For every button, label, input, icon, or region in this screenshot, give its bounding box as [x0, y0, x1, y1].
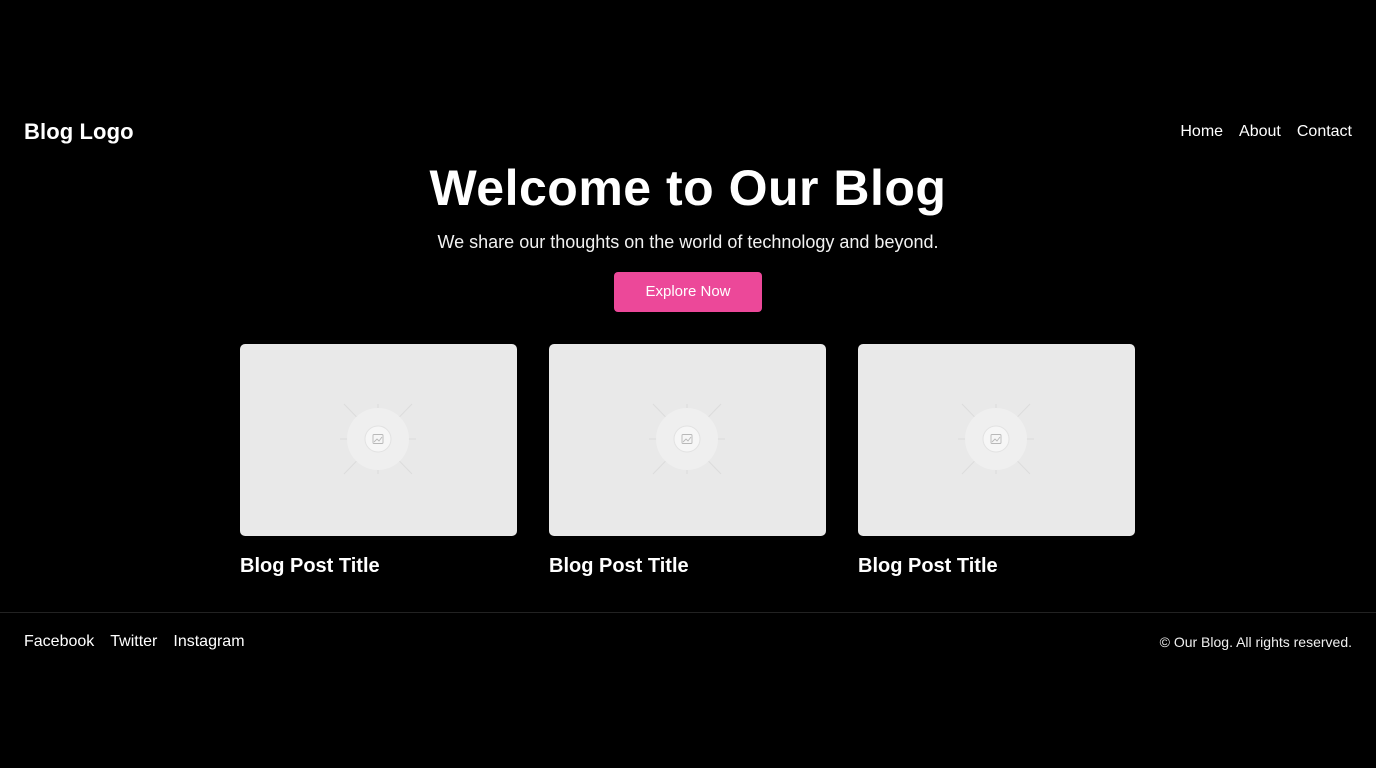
post-image-placeholder[interactable]: [549, 344, 826, 536]
hero-section: Welcome to Our Blog We share our thought…: [0, 158, 1376, 312]
main-nav: Home About Contact: [1180, 123, 1352, 141]
blog-post-card[interactable]: Blog Post Title: [549, 344, 826, 578]
twitter-link[interactable]: Twitter: [110, 633, 157, 651]
nav-home-link[interactable]: Home: [1180, 123, 1223, 141]
blog-post-card[interactable]: Blog Post Title: [858, 344, 1135, 578]
image-placeholder-icon: [649, 403, 725, 475]
facebook-link[interactable]: Facebook: [24, 633, 94, 651]
hero-subtitle: We share our thoughts on the world of te…: [437, 232, 939, 252]
social-links: Facebook Twitter Instagram: [24, 633, 245, 651]
nav-about-link[interactable]: About: [1239, 123, 1281, 141]
post-title[interactable]: Blog Post Title: [858, 554, 1135, 578]
post-title[interactable]: Blog Post Title: [240, 554, 517, 578]
site-header: Blog Logo Home About Contact: [24, 112, 1352, 152]
footer-divider: [0, 612, 1376, 613]
image-placeholder-icon: [958, 403, 1034, 475]
site-footer: Facebook Twitter Instagram © Our Blog. A…: [24, 628, 1352, 656]
post-title[interactable]: Blog Post Title: [549, 554, 826, 578]
page: Blog Logo Home About Contact Welcome to …: [0, 0, 1376, 768]
instagram-link[interactable]: Instagram: [173, 633, 244, 651]
copyright-text: © Our Blog. All rights reserved.: [1159, 634, 1352, 650]
blog-logo[interactable]: Blog Logo: [24, 119, 134, 145]
explore-now-button[interactable]: Explore Now: [614, 272, 762, 312]
post-image-placeholder[interactable]: [858, 344, 1135, 536]
image-placeholder-icon: [340, 403, 416, 475]
post-image-placeholder[interactable]: [240, 344, 517, 536]
blog-posts-grid: Blog Post Title Blog Post Title Blog Pos…: [240, 344, 1136, 578]
hero-title: Welcome to Our Blog: [429, 160, 947, 216]
blog-post-card[interactable]: Blog Post Title: [240, 344, 517, 578]
nav-contact-link[interactable]: Contact: [1297, 123, 1352, 141]
